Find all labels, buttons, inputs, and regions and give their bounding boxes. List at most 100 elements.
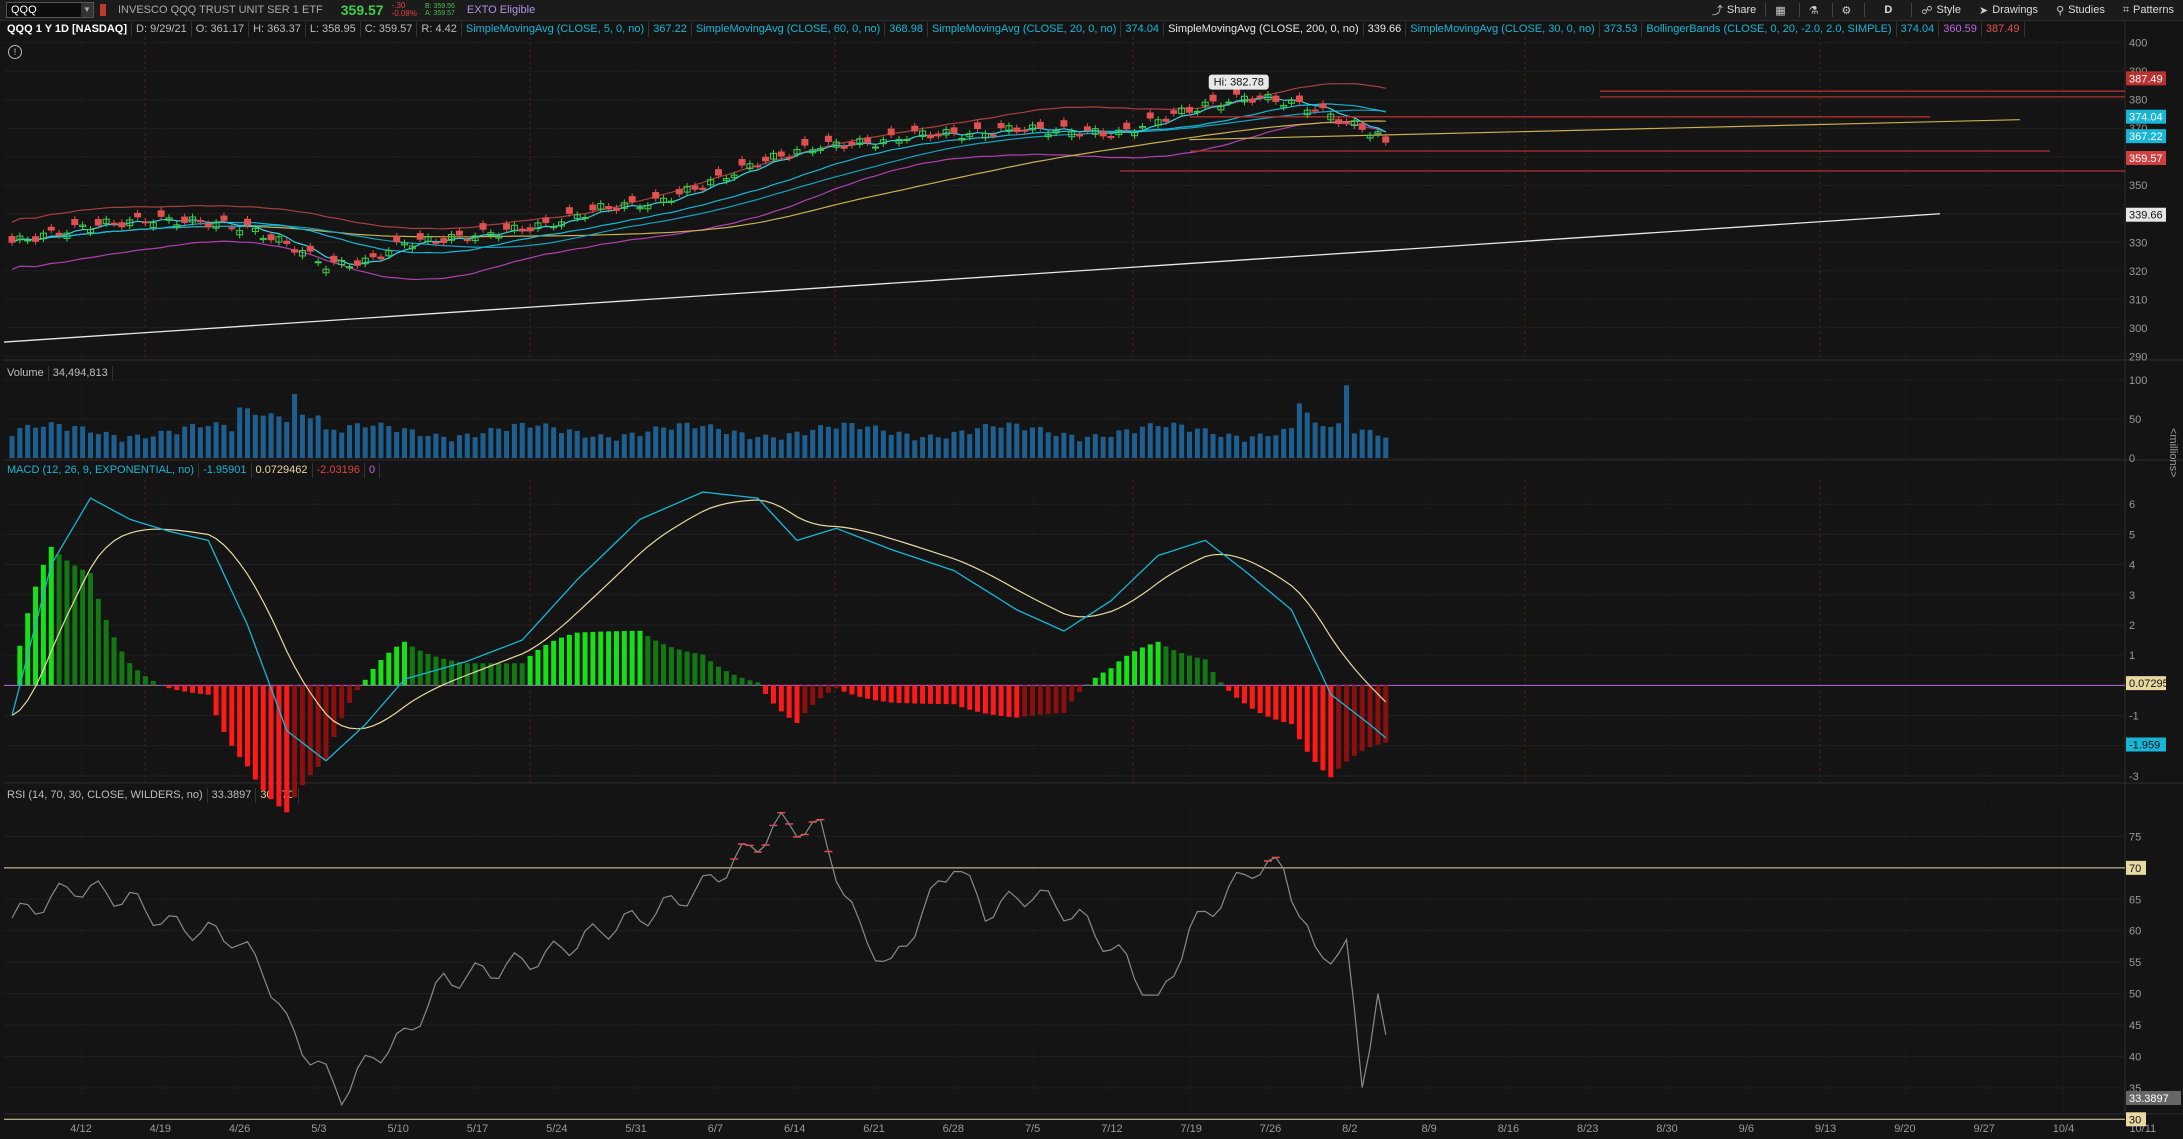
candle-body [110, 222, 118, 225]
volume-bar [904, 433, 910, 458]
volume-bar [72, 426, 78, 458]
candle-body [432, 241, 440, 244]
candle-body [1256, 95, 1264, 99]
candle-body [291, 249, 299, 253]
candle-body [612, 207, 620, 211]
volume-bar [1045, 432, 1051, 458]
chart-canvas[interactable]: 4/12 4/19 4/26 5/3 5/10 5/17 5/24 5/31 6/7 6/14 6/… [0, 0, 2183, 1139]
volume-bar [284, 422, 290, 458]
x-axis-label: 9/20 [1894, 1123, 1915, 1135]
macd-histogram-bar [1210, 671, 1216, 686]
x-axis-label: 4/12 [70, 1123, 91, 1135]
volume-bar [849, 423, 855, 458]
volume-bar [1257, 433, 1263, 458]
macd-histogram-bar [1014, 685, 1020, 718]
macd-histogram-bar [927, 685, 933, 704]
volume-bar [998, 427, 1004, 458]
macd-histogram-bar [1202, 659, 1208, 686]
volume-bar [417, 436, 423, 458]
volume-bar [1289, 428, 1295, 458]
macd-histogram-bar [197, 685, 203, 694]
candle-body [503, 223, 511, 230]
macd-axis-label: 5 [2129, 529, 2135, 541]
price-axis-label: 300 [2129, 323, 2147, 335]
volume-bar [927, 434, 933, 458]
volume-bar [1187, 431, 1192, 458]
macd-histogram-bar [975, 685, 981, 712]
candle-body [330, 255, 338, 263]
candle-body [440, 238, 448, 244]
volume-bar [323, 429, 329, 458]
volume-bar [402, 428, 407, 458]
hi-label: Hi: 382.78 [1214, 77, 1264, 89]
macd-histogram-bar [456, 662, 462, 686]
volume-bar [237, 407, 243, 458]
volume-bar [794, 431, 800, 458]
candle-body [526, 227, 534, 232]
x-axis-label: 6/7 [708, 1123, 723, 1135]
volume-bar [480, 433, 486, 458]
macd-histogram-bar [873, 685, 878, 701]
volume-bar [1249, 436, 1255, 458]
volume-bar [613, 440, 619, 458]
macd-histogram-bar [1092, 677, 1098, 686]
macd-histogram-bar [1383, 685, 1389, 743]
x-axis-label: 6/14 [784, 1123, 805, 1135]
macd-histogram-bar [394, 646, 400, 686]
volume-bar [1124, 429, 1130, 458]
volume-bar [56, 424, 62, 458]
volume-bar [1092, 434, 1098, 458]
price-tag: 367.22 [2129, 131, 2163, 143]
macd-histogram-bar [56, 554, 62, 686]
candle-body [934, 133, 942, 137]
macd-histogram-bar [72, 565, 78, 686]
candle-body [1036, 121, 1044, 129]
macd-histogram-bar [88, 573, 93, 686]
macd-histogram-bar [1163, 646, 1169, 686]
candle-body [1146, 112, 1154, 119]
volume-bar [1241, 441, 1247, 458]
volume-bar [48, 422, 54, 458]
volume-bar [621, 434, 627, 458]
macd-histogram-bar [716, 666, 721, 686]
macd-histogram-bar [252, 685, 258, 780]
macd-histogram-bar [880, 685, 886, 702]
candle-body [204, 223, 212, 228]
candle-body [738, 159, 746, 166]
macd-histogram-bar [1320, 685, 1326, 771]
volume-bar [920, 437, 926, 458]
volume-bar [1218, 436, 1224, 458]
volume-bar [935, 437, 941, 458]
candle-body [1186, 107, 1193, 113]
candle-body [369, 253, 377, 258]
candle-body [47, 226, 55, 231]
candle-body [118, 222, 126, 228]
macd-histogram-bar [574, 632, 580, 686]
candle-body [244, 218, 251, 226]
x-axis-label: 7/12 [1101, 1123, 1122, 1135]
volume-bar [896, 431, 902, 458]
volume-bar [708, 424, 714, 458]
macd-histogram-bar [190, 685, 196, 693]
macd-histogram-bar [778, 685, 784, 712]
macd-histogram-bar [1367, 685, 1373, 748]
volume-bar [1281, 428, 1287, 458]
macd-histogram-bar [1218, 682, 1224, 686]
volume-bar [182, 426, 188, 458]
volume-bar [88, 432, 93, 458]
volume-bar [409, 429, 415, 458]
macd-histogram-bar [935, 685, 941, 704]
macd-axis-label: 4 [2129, 560, 2135, 572]
volume-bar [888, 435, 894, 458]
macd-histogram-bar [661, 644, 667, 686]
volume-bar [370, 425, 376, 458]
sma60-line [11, 120, 1386, 243]
price-axis-label: 380 [2129, 95, 2147, 107]
volume-bar [975, 428, 981, 458]
candle-body [699, 187, 707, 190]
candle-body [550, 226, 558, 229]
volume-bar [119, 441, 125, 458]
volume-bar [1210, 434, 1216, 458]
sma30-line [11, 109, 1386, 249]
x-axis-label: 8/23 [1577, 1123, 1598, 1135]
